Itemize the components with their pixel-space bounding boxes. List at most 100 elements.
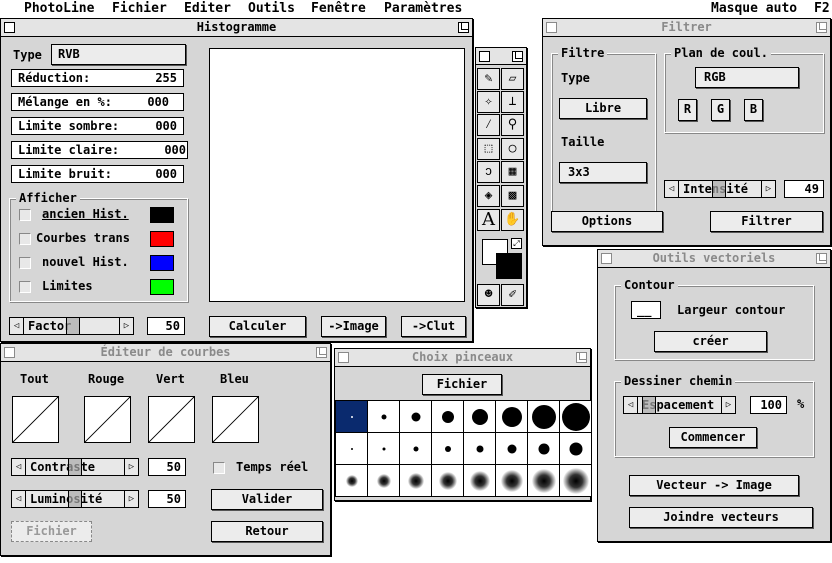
limite-bruit-field[interactable]: Limite bruit: 000 — [11, 165, 184, 183]
zoom-box-icon[interactable] — [816, 22, 827, 33]
contraste-slider[interactable]: ◁ Contraste ▷ — [11, 458, 139, 476]
brush-cell[interactable] — [560, 433, 592, 465]
brush-cell[interactable] — [432, 465, 464, 497]
zoom-box-icon[interactable] — [512, 51, 523, 62]
slider-left-arrow-icon[interactable]: ◁ — [624, 397, 638, 413]
brush-cell[interactable] — [432, 433, 464, 465]
curve-tout-editor[interactable] — [12, 396, 59, 443]
brush-cell[interactable] — [368, 465, 400, 497]
wand-icon[interactable]: ✧ — [477, 91, 500, 113]
zoom-box-icon[interactable] — [458, 22, 469, 33]
espacement-value-field[interactable]: 100 — [750, 396, 787, 414]
brush-icon[interactable]: ✎ — [477, 68, 500, 90]
menu-photoline[interactable]: PhotoLine — [24, 1, 94, 16]
menu-editer[interactable]: Editer — [184, 1, 231, 16]
channel-r-button[interactable]: R — [678, 99, 697, 121]
curves-fichier-button[interactable]: Fichier — [11, 521, 92, 542]
menu-fenetre[interactable]: Fenêtre — [311, 1, 366, 16]
filter-titlebar[interactable]: Filtrer — [543, 19, 830, 37]
brush-cell[interactable] — [528, 433, 560, 465]
brush-cell[interactable] — [496, 465, 528, 497]
contraste-slider-thumb[interactable] — [68, 459, 82, 475]
factor-slider-thumb[interactable] — [66, 318, 80, 334]
brush-cell[interactable] — [432, 401, 464, 433]
brush-cell[interactable] — [464, 401, 496, 433]
filter-size-popup[interactable]: 3x3 — [559, 162, 647, 183]
zoom-box-icon[interactable] — [316, 347, 327, 358]
filtrer-button[interactable]: Filtrer — [710, 211, 823, 232]
zoom-box-icon[interactable] — [576, 352, 587, 363]
reduction-field[interactable]: Réduction: 255 — [11, 69, 184, 87]
menu-fichier[interactable]: Fichier — [112, 1, 167, 16]
menu-parametres[interactable]: Paramètres — [384, 1, 462, 16]
eraser-icon[interactable]: ▱ — [501, 68, 524, 90]
curve-vert-editor[interactable] — [148, 396, 195, 443]
brush-cell[interactable] — [336, 465, 368, 497]
ancien-hist-checkbox[interactable] — [19, 209, 31, 221]
luminosite-slider[interactable]: ◁ Luminosité ▷ — [11, 490, 139, 508]
joindre-vecteurs-button[interactable]: Joindre vecteurs — [629, 507, 813, 528]
valider-button[interactable]: Valider — [211, 489, 323, 510]
curve-rouge-editor[interactable] — [84, 396, 131, 443]
slider-left-arrow-icon[interactable]: ◁ — [665, 181, 679, 197]
luminosite-value-field[interactable]: 50 — [148, 490, 186, 508]
limite-claire-field[interactable]: Limite claire: 000 — [11, 141, 188, 159]
hand-icon[interactable]: ✋ — [501, 209, 524, 231]
mask-icon[interactable]: ☻ — [477, 284, 500, 306]
masque-auto-label[interactable]: Masque auto — [711, 1, 797, 16]
histogram-titlebar[interactable]: Histogramme — [1, 19, 472, 37]
slider-right-arrow-icon[interactable]: ▷ — [119, 318, 133, 334]
background-color-swatch[interactable] — [496, 253, 522, 279]
brush-cell[interactable] — [368, 401, 400, 433]
nouvel-hist-checkbox[interactable] — [19, 257, 31, 269]
brush-cell[interactable] — [560, 465, 592, 497]
close-box-icon[interactable] — [4, 347, 15, 358]
slider-left-arrow-icon[interactable]: ◁ — [12, 491, 26, 507]
type-popup[interactable]: RVB — [51, 44, 186, 65]
rect-select-icon[interactable]: ⬚ — [477, 138, 500, 160]
calculer-button[interactable]: Calculer — [209, 316, 306, 337]
brush-cell[interactable] — [400, 401, 432, 433]
espacement-slider-thumb[interactable] — [642, 397, 656, 413]
fill-icon[interactable]: ◈ — [477, 185, 500, 207]
plan-couleur-popup[interactable]: RGB — [695, 67, 799, 88]
channel-b-button[interactable]: B — [744, 99, 763, 121]
slider-right-arrow-icon[interactable]: ▷ — [761, 181, 775, 197]
brush-cell[interactable] — [400, 465, 432, 497]
brush-cell[interactable] — [496, 433, 528, 465]
ellipse-select-icon[interactable]: ○ — [501, 138, 524, 160]
zoom-box-icon[interactable] — [816, 253, 827, 264]
channel-g-button[interactable]: G — [711, 99, 730, 121]
brush-cell[interactable] — [368, 433, 400, 465]
pattern-icon[interactable]: ▩ — [501, 185, 524, 207]
factor-value-field[interactable]: 50 — [147, 317, 185, 335]
swap-colors-icon[interactable]: ⤢ — [511, 238, 522, 249]
intensite-value-field[interactable]: 49 — [784, 180, 824, 198]
temps-reel-checkbox[interactable] — [213, 462, 225, 474]
ancien-hist-color-swatch[interactable] — [150, 207, 174, 223]
color-selector[interactable]: ⤢ — [480, 237, 524, 281]
slider-right-arrow-icon[interactable]: ▷ — [124, 491, 138, 507]
toolbox-titlebar[interactable] — [476, 48, 526, 65]
options-button[interactable]: Options — [551, 211, 663, 232]
gradient-icon[interactable]: ▦ — [501, 161, 524, 183]
close-box-icon[interactable] — [4, 22, 15, 33]
stamp-icon[interactable]: ⊥ — [501, 91, 524, 113]
text-icon[interactable]: A — [477, 209, 500, 231]
nouvel-hist-color-swatch[interactable] — [150, 255, 174, 271]
limites-checkbox[interactable] — [19, 281, 31, 293]
intensite-slider-thumb[interactable] — [712, 181, 726, 197]
brush-cell[interactable] — [336, 401, 368, 433]
brush-cell[interactable] — [464, 465, 496, 497]
to-clut-button[interactable]: ->Clut — [401, 316, 466, 337]
retour-button[interactable]: Retour — [211, 521, 323, 542]
brush-cell[interactable] — [528, 401, 560, 433]
curves-titlebar[interactable]: Éditeur de courbes — [1, 344, 330, 362]
melange-field[interactable]: Mélange en %: 000 — [11, 93, 184, 111]
brush-cell[interactable] — [528, 465, 560, 497]
brushes-titlebar[interactable]: Choix pinceaux — [335, 349, 590, 367]
brush-cell[interactable] — [464, 433, 496, 465]
espacement-slider[interactable]: ◁ Espacement ▷ — [623, 396, 736, 414]
vecteur-to-image-button[interactable]: Vecteur -> Image — [629, 475, 799, 496]
brush-cell[interactable] — [336, 433, 368, 465]
